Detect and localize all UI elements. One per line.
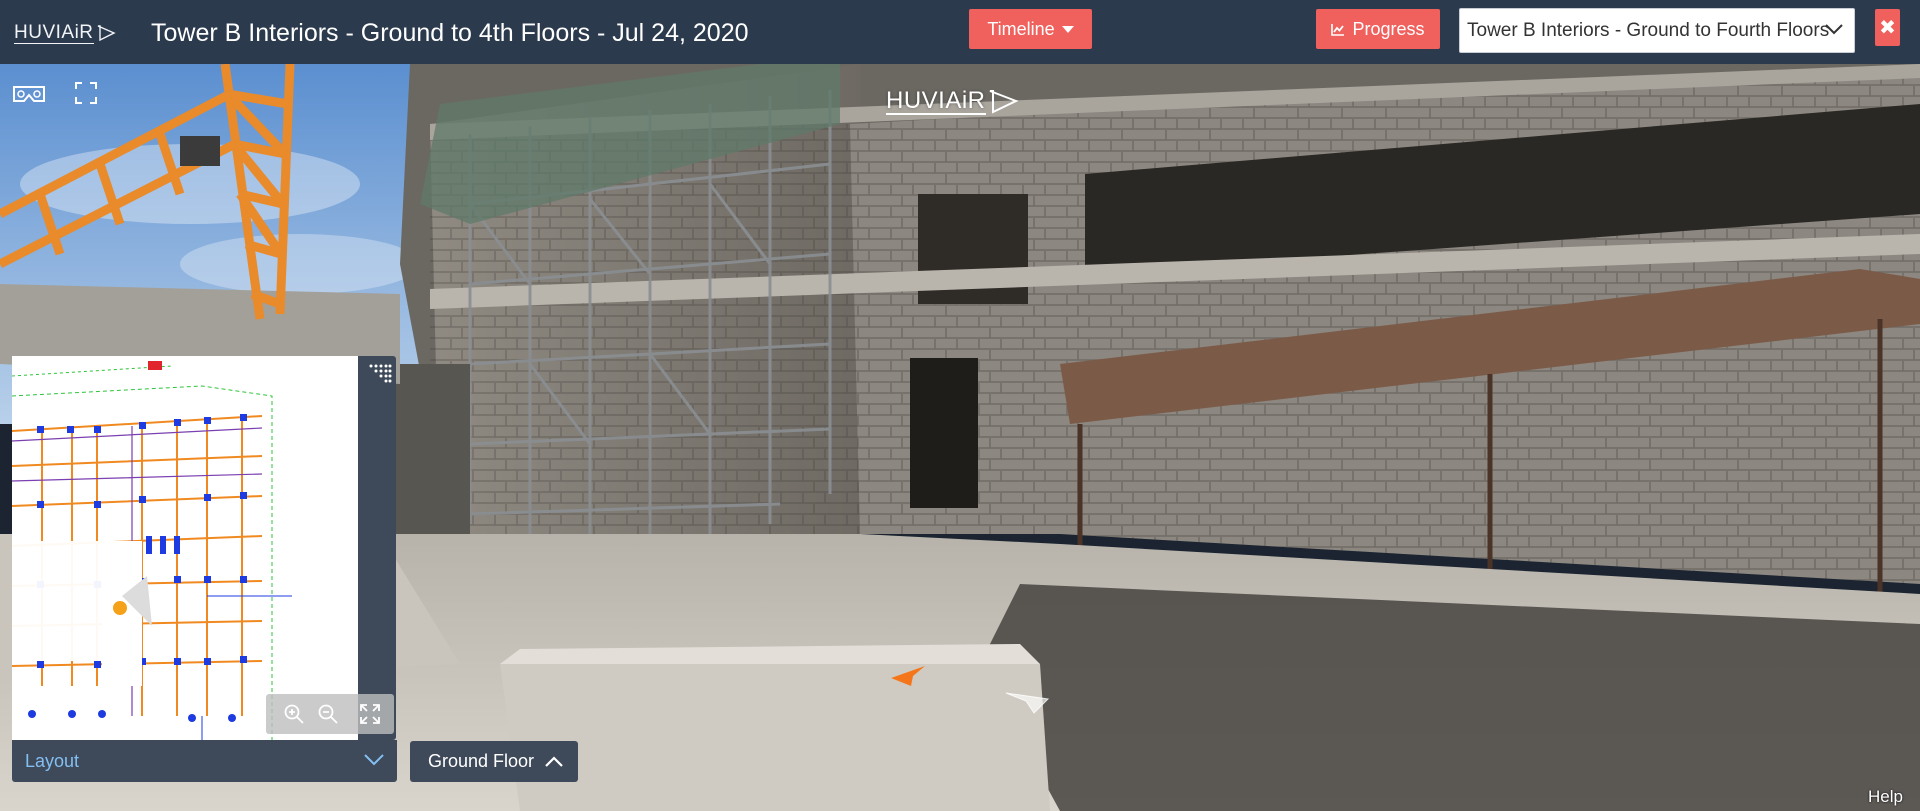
grid-icon[interactable] [368, 362, 392, 386]
progress-label: Progress [1352, 18, 1425, 39]
brand-logo[interactable]: HUVIAiR [14, 18, 126, 48]
zoom-out-icon[interactable] [316, 702, 340, 726]
close-icon: ✖ [1879, 17, 1896, 39]
logo-mark-icon [989, 90, 1019, 114]
chevron-down-icon [364, 754, 384, 766]
map-zoom-tools [266, 694, 394, 734]
project-select-value: Tower B Interiors - Ground to Fourth Flo… [1467, 19, 1830, 41]
project-select[interactable]: Tower B Interiors - Ground to Fourth Flo… [1459, 8, 1855, 53]
caret-down-icon [1061, 25, 1074, 33]
floor-plan-image[interactable] [12, 356, 358, 740]
layout-label: Layout [25, 750, 80, 771]
floor-selector-button[interactable]: Ground Floor [410, 741, 578, 782]
line-chart-icon [1331, 23, 1345, 36]
close-button[interactable]: ✖ [1875, 9, 1900, 46]
progress-button[interactable]: Progress [1316, 9, 1440, 49]
page-title: Tower B Interiors - Ground to 4th Floors… [151, 19, 749, 47]
floor-label: Ground Floor [428, 751, 535, 771]
timeline-label: Timeline [987, 18, 1055, 39]
fullscreen-icon[interactable] [74, 81, 98, 105]
vr-headset-icon[interactable] [12, 84, 46, 106]
layout-dropdown[interactable]: Layout [12, 740, 397, 782]
zoom-in-icon[interactable] [282, 702, 306, 726]
floor-plan-drawing [12, 356, 358, 740]
help-link[interactable]: Help [1868, 787, 1903, 807]
watermark-logo: HUVIAiR [886, 88, 1020, 116]
timeline-button[interactable]: Timeline [969, 9, 1092, 49]
brand-logo-text: HUVIAiR [14, 21, 94, 44]
logo-mark-icon [97, 25, 116, 42]
orange-arrow-icon[interactable] [889, 664, 927, 688]
chevron-up-icon [545, 755, 563, 767]
chevron-down-icon [1825, 24, 1843, 35]
expand-icon[interactable] [358, 702, 382, 726]
floor-plan-minimap [12, 356, 396, 740]
watermark-text: HUVIAiR [886, 87, 986, 115]
top-bar: HUVIAiR Tower B Interiors - Ground to 4t… [0, 0, 1920, 64]
white-arrow-icon[interactable] [1004, 685, 1054, 715]
